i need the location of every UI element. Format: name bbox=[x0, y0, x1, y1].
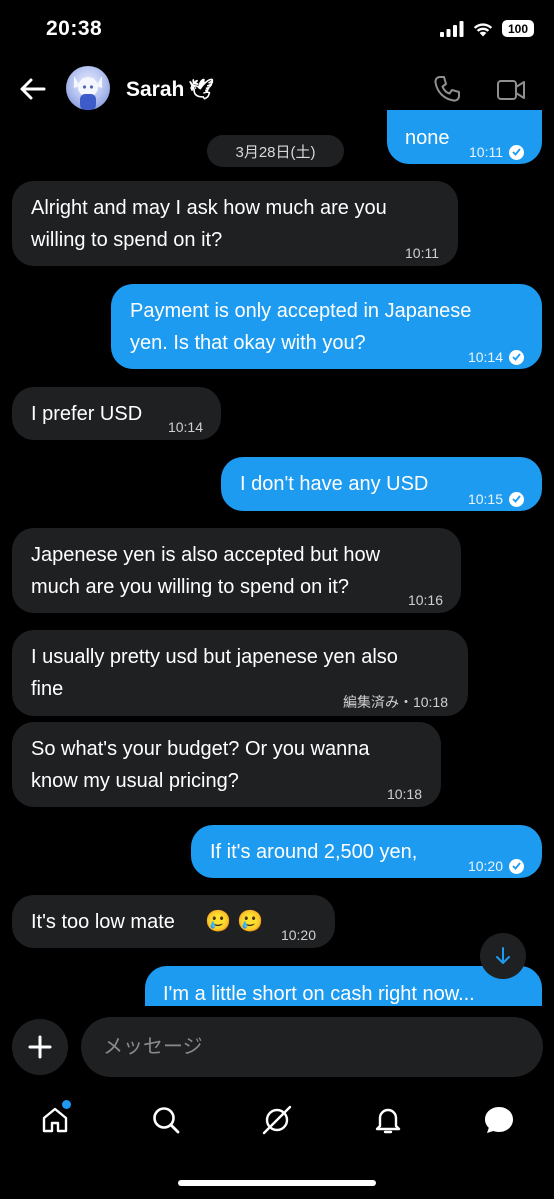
message-time: 10:14 bbox=[467, 349, 503, 365]
message-text: It's too low mate bbox=[31, 911, 175, 933]
message-text-line: much are you willing to spend on it? bbox=[31, 576, 349, 598]
nav-explore[interactable] bbox=[259, 1102, 295, 1138]
message-bubble-outgoing[interactable]: I don't have any USD 10:15 bbox=[221, 457, 542, 511]
message-text: If it's around 2,500 yen, bbox=[210, 841, 418, 863]
message-text: I'm a little short on cash right now... bbox=[163, 983, 475, 1005]
message-bubble-incoming[interactable]: I prefer USD 10:14 bbox=[12, 387, 221, 440]
message-time: 10:20 bbox=[280, 927, 316, 943]
message-time: 10:11 bbox=[405, 245, 439, 261]
back-button[interactable] bbox=[18, 76, 48, 102]
chat-bubble-icon bbox=[485, 1107, 513, 1133]
message-meta: 10:20 bbox=[468, 850, 524, 882]
message-time: 10:15 bbox=[467, 491, 503, 507]
message-time: 10:20 bbox=[467, 858, 503, 874]
message-time: 10:11 bbox=[469, 144, 503, 160]
message-text-line: Payment is only accepted in Japanese bbox=[130, 300, 472, 322]
plus-icon bbox=[28, 1035, 52, 1059]
message-text: I prefer USD bbox=[31, 403, 143, 425]
message-text-line: Japenese yen is also accepted but how bbox=[31, 544, 381, 566]
read-check-icon bbox=[509, 144, 524, 160]
message-input[interactable] bbox=[81, 1017, 543, 1077]
message-bubble-incoming[interactable]: I usually pretty usd but japenese yen al… bbox=[12, 630, 468, 716]
add-attachment-button[interactable] bbox=[12, 1019, 68, 1075]
message-text-line: Alright and may I ask how much are you bbox=[31, 197, 387, 219]
phone-icon bbox=[434, 76, 460, 102]
explore-icon bbox=[262, 1105, 292, 1135]
search-icon bbox=[153, 1107, 180, 1134]
nav-notifications[interactable] bbox=[370, 1102, 406, 1138]
read-check-icon bbox=[509, 349, 524, 365]
message-time: 10:16 bbox=[407, 592, 443, 608]
arrow-left-icon bbox=[20, 78, 46, 100]
message-text-line: I usually pretty usd but japenese yen al… bbox=[31, 646, 398, 668]
message-text-line: yen. Is that okay with you? bbox=[130, 332, 366, 354]
read-check-icon bbox=[509, 491, 524, 507]
voice-call-button[interactable] bbox=[432, 74, 462, 104]
bell-icon bbox=[375, 1108, 401, 1134]
read-check-icon bbox=[509, 858, 524, 874]
date-separator: 3月28日(土) bbox=[207, 135, 344, 167]
message-meta: 10:20 bbox=[281, 919, 316, 951]
message-meta: 10:16 bbox=[408, 584, 443, 616]
message-text: none bbox=[405, 127, 450, 149]
cellular-signal-icon bbox=[440, 20, 464, 37]
message-time: 10:14 bbox=[167, 419, 203, 435]
home-indicator bbox=[178, 1180, 376, 1186]
message-meta: 編集済み・ 10:18 bbox=[343, 686, 448, 718]
message-meta: 10:14 bbox=[468, 341, 524, 373]
arrow-down-icon bbox=[496, 947, 510, 964]
message-bubble-incoming[interactable]: Japenese yen is also accepted but how mu… bbox=[12, 528, 461, 613]
message-meta: 10:11 bbox=[405, 237, 439, 269]
battery-indicator: 100 bbox=[502, 20, 534, 37]
crying-face-emoji: 🥲 🥲 bbox=[205, 910, 264, 933]
message-text-line: know my usual pricing? bbox=[31, 770, 239, 792]
message-bubble-outgoing[interactable]: If it's around 2,500 yen, 10:20 bbox=[191, 825, 542, 878]
nav-messages[interactable] bbox=[481, 1102, 517, 1138]
message-bubble-incoming[interactable]: It's too low mate 🥲 🥲 10:20 bbox=[12, 895, 335, 948]
home-notification-dot bbox=[62, 1100, 71, 1109]
contact-name-text: Sarah bbox=[126, 77, 185, 101]
message-meta: 10:14 bbox=[168, 411, 203, 443]
message-meta: 10:11 bbox=[469, 136, 524, 168]
contact-name[interactable]: Sarah 🕊 bbox=[126, 77, 214, 102]
video-camera-icon bbox=[497, 80, 525, 100]
message-meta: 10:15 bbox=[468, 483, 524, 515]
message-meta: 10:18 bbox=[387, 778, 422, 810]
avatar-image bbox=[74, 76, 102, 110]
message-text-line: fine bbox=[31, 678, 64, 700]
scroll-to-bottom-button[interactable] bbox=[480, 933, 526, 979]
message-bubble-outgoing[interactable]: Payment is only accepted in Japanese yen… bbox=[111, 284, 542, 369]
message-time: 10:18 bbox=[412, 694, 448, 710]
message-text: I don't have any USD bbox=[240, 473, 429, 495]
message-time: 10:18 bbox=[386, 786, 422, 802]
nav-search[interactable] bbox=[148, 1102, 184, 1138]
message-text-line: So what's your budget? Or you wanna bbox=[31, 738, 370, 760]
avatar[interactable] bbox=[66, 66, 110, 110]
message-text-line: willing to spend on it? bbox=[31, 229, 223, 251]
message-bubble-incoming[interactable]: Alright and may I ask how much are you w… bbox=[12, 181, 458, 266]
video-call-button[interactable] bbox=[496, 76, 526, 104]
status-time: 20:38 bbox=[46, 17, 103, 40]
message-bubble-outgoing[interactable]: none 10:11 bbox=[387, 110, 542, 164]
wifi-icon bbox=[473, 22, 493, 36]
edited-label: 編集済み・ bbox=[342, 694, 413, 710]
dove-emoji: 🕊 bbox=[188, 79, 214, 101]
message-bubble-incoming[interactable]: So what's your budget? Or you wanna know… bbox=[12, 722, 441, 807]
status-icons: 100 bbox=[440, 20, 534, 37]
message-bubble-outgoing[interactable]: I'm a little short on cash right now... bbox=[145, 966, 542, 1006]
